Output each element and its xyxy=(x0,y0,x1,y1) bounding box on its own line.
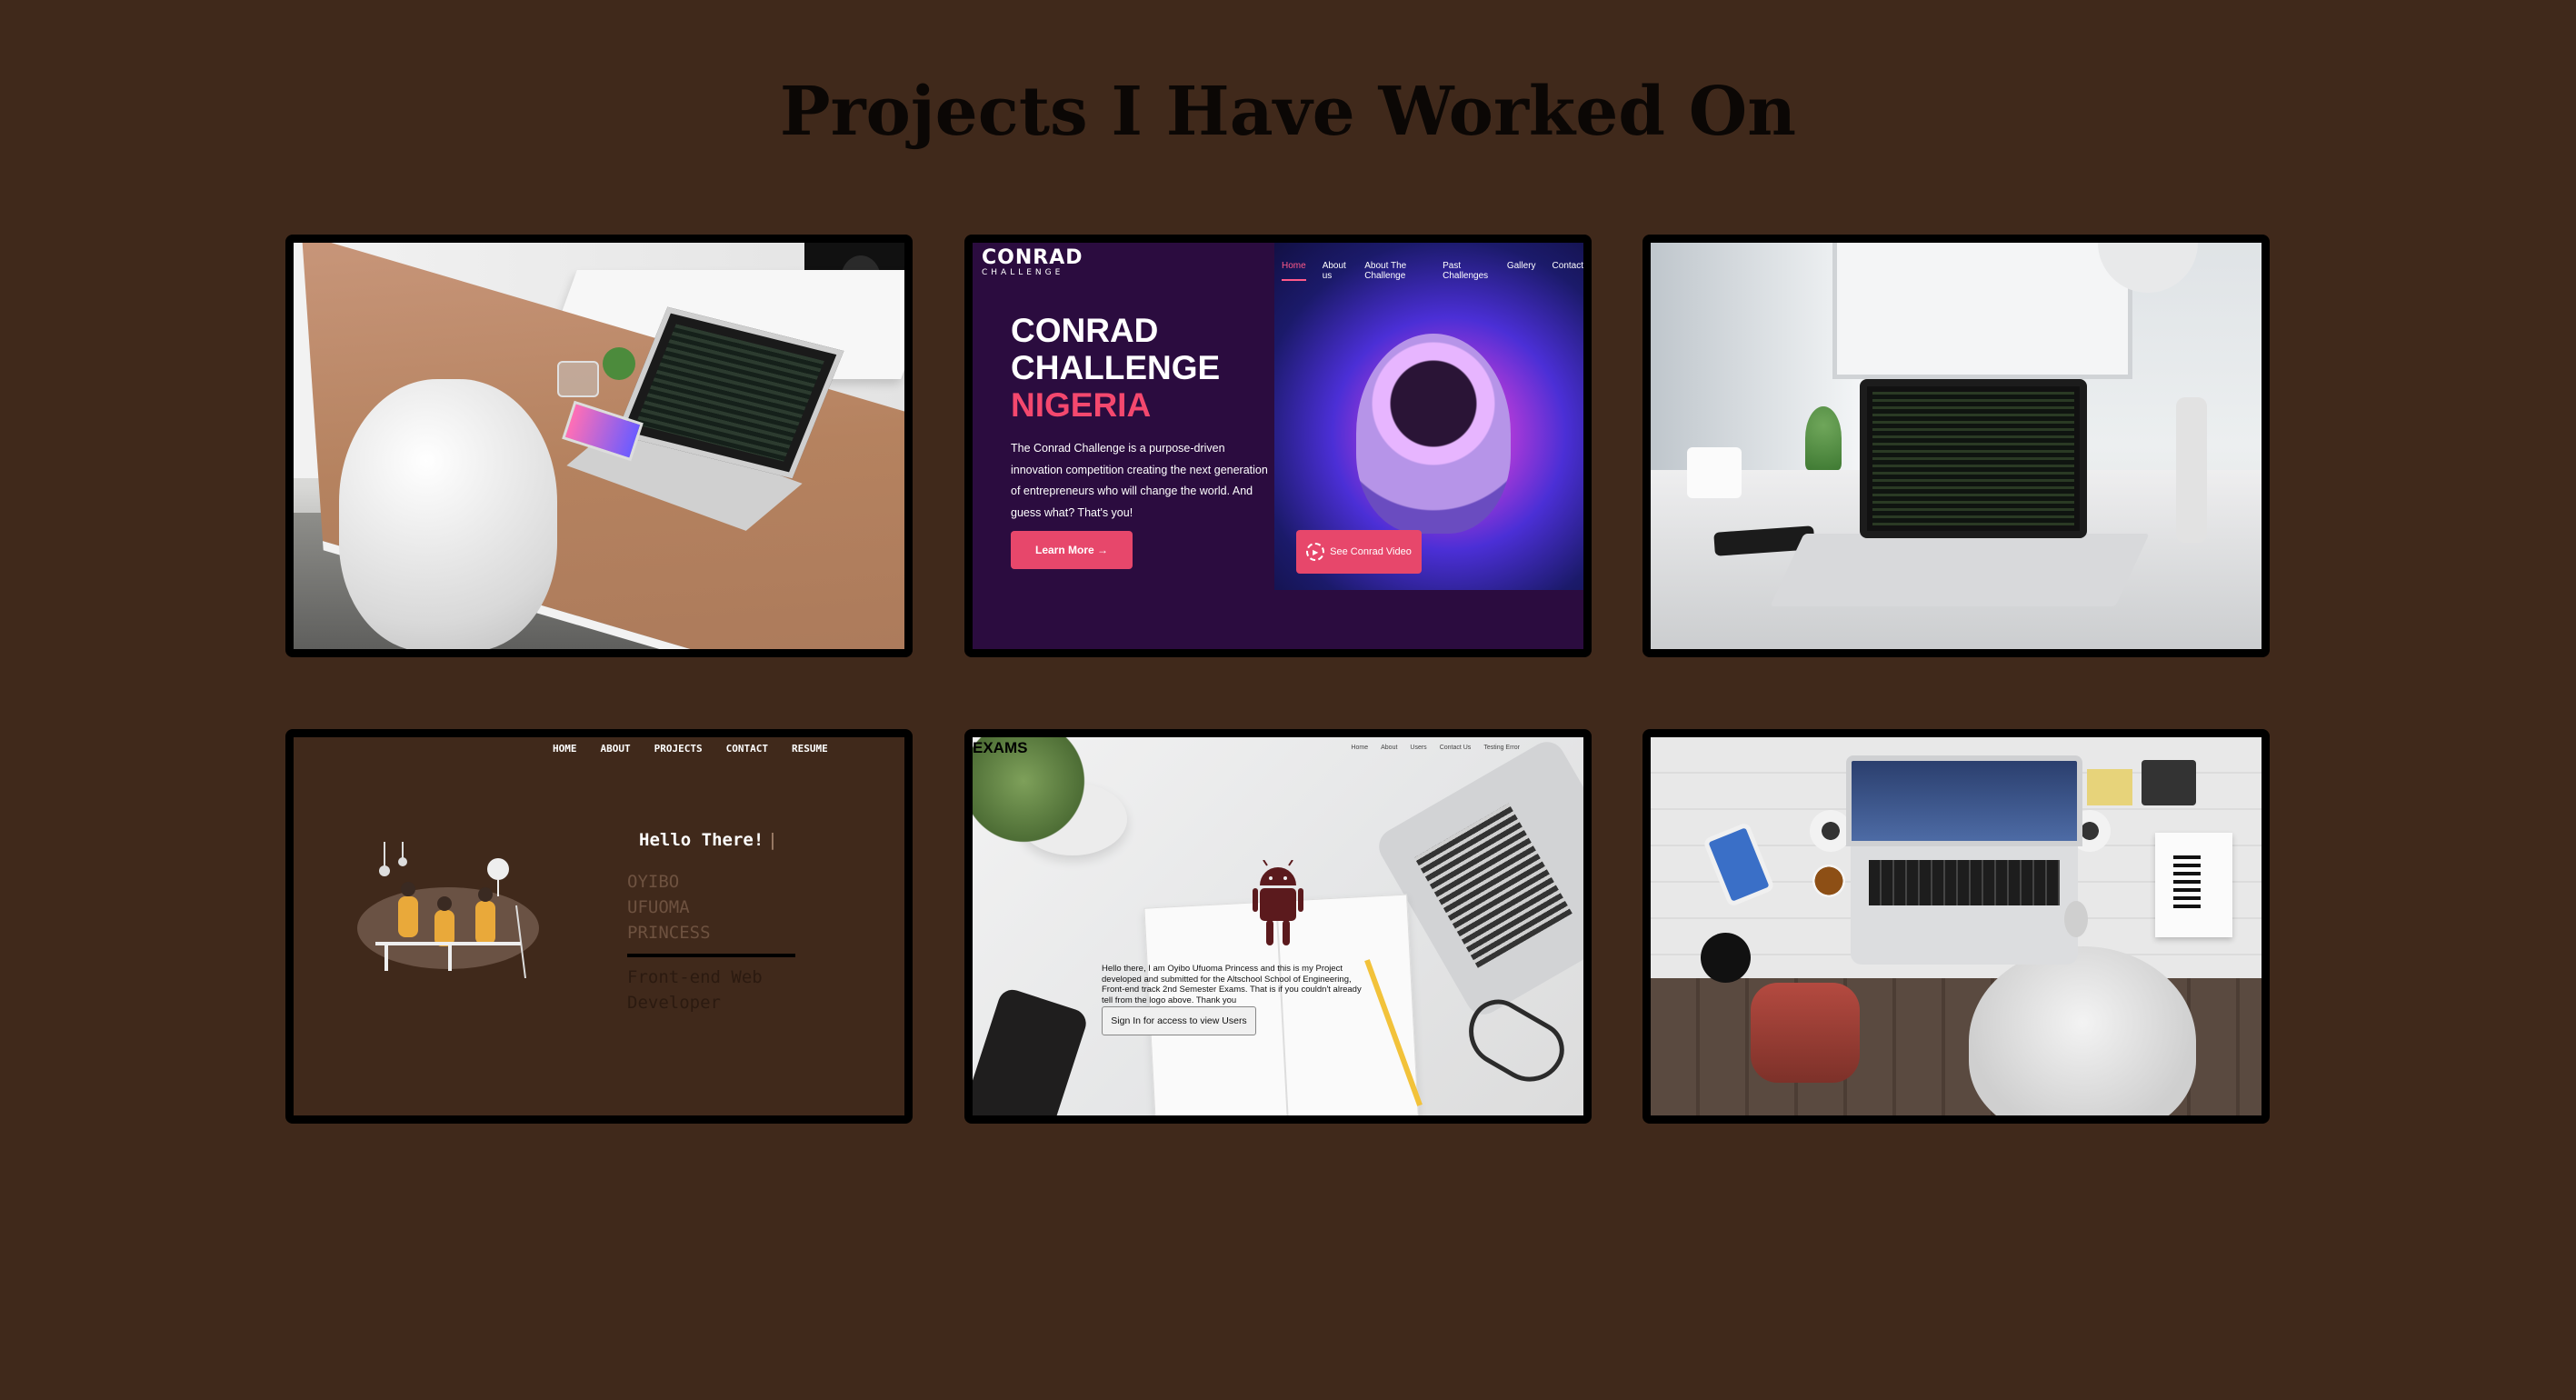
conrad-nav-about: About us xyxy=(1322,261,1346,281)
portfolio-nav-resume: RESUME xyxy=(791,743,828,755)
portfolio-screenshot: HOME ABOUT PROJECTS CONTACT RESUME Hello… xyxy=(294,737,904,1115)
exams-description: Hello there, I am Oyibo Ufuoma Princess … xyxy=(1102,964,1362,1005)
laptop-desk-image xyxy=(1651,243,2261,649)
project-card-portfolio[interactable]: HOME ABOUT PROJECTS CONTACT RESUME Hello… xyxy=(285,729,913,1124)
conrad-nav-home: Home xyxy=(1282,261,1306,281)
sign-in-button: Sign In for access to view Users xyxy=(1102,1006,1256,1035)
see-video-button: ▶ See Conrad Video xyxy=(1296,530,1422,574)
portfolio-nav-projects: PROJECTS xyxy=(654,743,703,755)
conrad-nav-gallery: Gallery xyxy=(1506,261,1536,271)
exams-nav: Home About Users Contact Us Testing Erro… xyxy=(1351,745,1520,751)
learn-more-button: Learn More → xyxy=(1011,531,1133,569)
project-card-exams[interactable]: EXAMS Home About Users Contact Us Testin… xyxy=(964,729,1592,1124)
role-lines: Front-end Web Developer xyxy=(627,967,763,1013)
project-card-desk-chair[interactable] xyxy=(285,235,913,657)
exams-nav-testing: Testing Error xyxy=(1483,745,1520,751)
portfolio-nav-about: ABOUT xyxy=(600,743,631,755)
android-icon xyxy=(1253,860,1303,945)
desk-chair-image xyxy=(294,243,904,649)
exams-nav-contact: Contact Us xyxy=(1439,745,1472,751)
conrad-screenshot: CONRAD CHALLENGE Home About us About The… xyxy=(973,243,1583,649)
conrad-nav-past: Past Challenges xyxy=(1443,261,1489,281)
portfolio-nav: HOME ABOUT PROJECTS CONTACT RESUME xyxy=(553,743,828,755)
exams-nav-users: Users xyxy=(1410,745,1427,751)
conrad-heading: CONRAD CHALLENGE NIGERIA xyxy=(1011,312,1221,424)
conrad-nav: Home About us About The Challenge Past C… xyxy=(1282,261,1583,281)
name-lines: OYIBO UFUOMA PRINCESS xyxy=(627,872,711,943)
divider xyxy=(627,954,795,957)
project-card-conrad[interactable]: CONRAD CHALLENGE Home About us About The… xyxy=(964,235,1592,657)
conrad-nav-contact: Contact xyxy=(1552,261,1583,271)
exams-brand: EXAMS xyxy=(973,739,1028,756)
topdown-desk-image xyxy=(1651,737,2261,1115)
conrad-logo-sub: CHALLENGE xyxy=(982,268,1064,277)
greeting: Hello There! xyxy=(639,830,778,850)
conrad-logo: CONRAD xyxy=(982,246,1083,269)
people-illustration xyxy=(357,842,539,978)
play-icon: ▶ xyxy=(1306,543,1325,561)
project-card-laptop-desk[interactable] xyxy=(1642,235,2270,657)
conrad-description: The Conrad Challenge is a purpose-driven… xyxy=(1011,442,1268,519)
exams-screenshot: EXAMS Home About Users Contact Us Testin… xyxy=(973,737,1583,1115)
project-card-topdown-desk[interactable] xyxy=(1642,729,2270,1124)
conrad-nav-challenge: About The Challenge xyxy=(1364,261,1407,281)
portfolio-nav-contact: CONTACT xyxy=(725,743,768,755)
exams-nav-home: Home xyxy=(1351,745,1369,751)
exams-nav-about: About xyxy=(1381,745,1398,751)
page-title: Projects I Have Worked On xyxy=(779,73,1797,151)
portfolio-nav-home: HOME xyxy=(553,743,577,755)
